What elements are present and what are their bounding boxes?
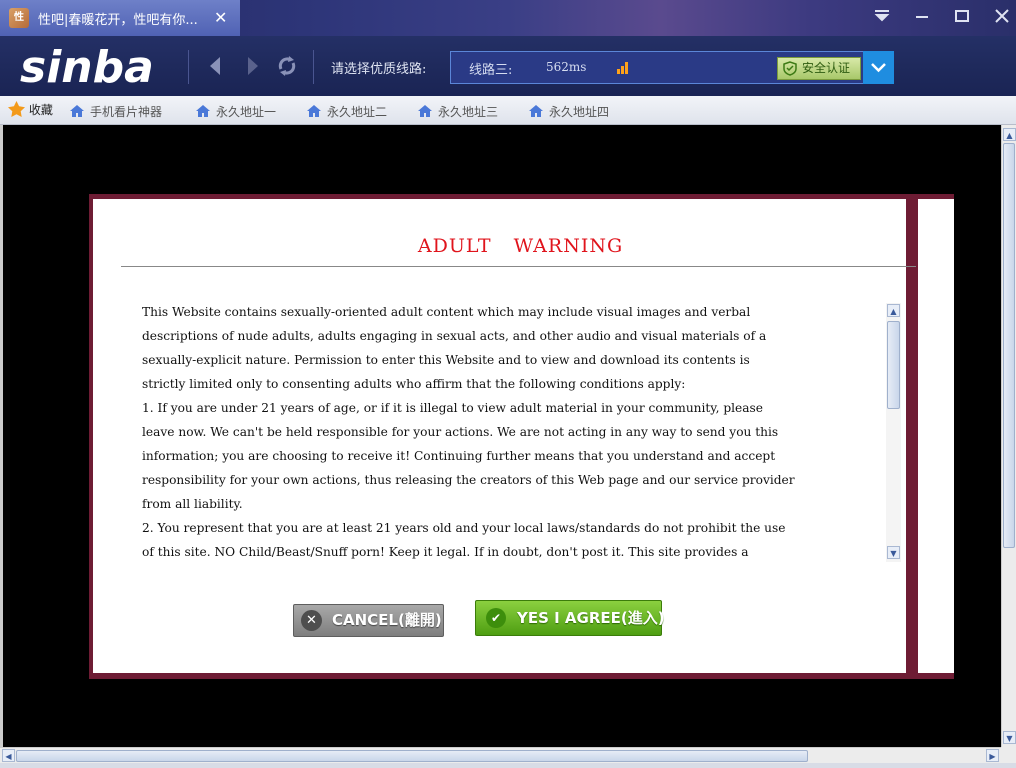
tab-close-icon[interactable]: ✕ [214,8,227,28]
menu-icon[interactable] [870,6,894,30]
scroll-up-icon[interactable]: ▲ [1003,128,1016,141]
secure-verify-badge[interactable]: 安全认证 [777,57,861,80]
bookmark-item[interactable]: 手机看片神器 [70,103,162,120]
title-divider [121,266,916,267]
back-icon[interactable] [204,52,228,80]
toolbar-separator [313,50,314,84]
route-selector[interactable]: 线路三: 562ms 安全认证 [450,51,864,84]
scrollbar-corner [1001,747,1016,763]
title-bar: 性 性吧|春暖花开，性吧有你... ✕ [0,0,1016,36]
sinba-logo[interactable]: sinba [18,40,168,93]
scrollbar-thumb[interactable] [16,750,808,762]
route-select-label: 请选择优质线路: [331,62,427,77]
scrollbar-thumb[interactable] [887,321,900,409]
check-icon: ✔ [486,608,506,628]
cancel-button[interactable]: ✕ CANCEL(離開) [293,604,444,637]
agree-button[interactable]: ✔ YES I AGREE(進入) [475,600,665,636]
scrollbar-thumb[interactable] [1003,143,1015,548]
shield-icon [783,61,797,76]
dialog-side-panel [918,199,954,673]
dialog-panel: ADULT WARNING This Website contains sexua… [93,199,906,673]
site-favicon-icon: 性 [9,8,29,28]
terms-scrollbar[interactable]: ▲ ▼ [886,303,901,562]
terms-text: This Website contains sexually-oriented … [142,305,795,559]
dialog-title: ADULT WARNING [417,235,624,257]
scroll-up-icon[interactable]: ▲ [887,304,900,317]
home-icon [529,105,543,117]
scroll-left-icon[interactable]: ◀ [2,749,15,762]
toolbar-separator [188,50,189,84]
route-latency: 562ms [546,60,587,74]
minimize-icon[interactable] [910,6,934,30]
home-icon [307,105,321,117]
star-icon [8,101,25,117]
scroll-right-icon[interactable]: ▶ [986,749,999,762]
maximize-icon[interactable] [950,6,974,30]
toolbar: sinba 请选择优质线路: 线路三: 562ms 安全认证 [0,36,1016,96]
vertical-scrollbar[interactable]: ▲ ▼ [1001,125,1016,747]
close-icon[interactable] [990,6,1014,30]
home-icon [418,105,432,117]
home-icon [196,105,210,117]
route-name: 线路三: [469,63,513,78]
route-dropdown-button[interactable] [863,51,894,84]
secure-label: 安全认证 [802,61,851,75]
bookmark-item[interactable]: 永久地址四 [529,103,609,120]
forward-icon[interactable] [240,52,264,80]
favorites-button[interactable]: 收藏 [8,101,53,118]
close-icon: ✕ [301,610,322,631]
tab-title: 性吧|春暖花开，性吧有你... [38,13,198,28]
favorites-label: 收藏 [28,103,53,117]
home-icon [70,105,84,117]
bookmark-item[interactable]: 永久地址一 [196,103,276,120]
adult-warning-dialog: ADULT WARNING This Website contains sexua… [89,194,954,679]
signal-strength-icon [617,62,628,74]
bookmark-item[interactable]: 永久地址三 [418,103,498,120]
refresh-icon[interactable] [275,52,299,80]
bookmark-item[interactable]: 永久地址二 [307,103,387,120]
scroll-down-icon[interactable]: ▼ [1003,731,1016,744]
chevron-down-icon [871,63,886,73]
horizontal-scrollbar[interactable]: ◀ ▶ [0,747,1001,763]
svg-text:sinba: sinba [20,42,154,92]
scroll-down-icon[interactable]: ▼ [887,546,900,559]
bookmarks-bar: 收藏 手机看片神器 永久地址一 永久地址二 永久地址三 永久地址四 [0,96,1016,125]
browser-tab[interactable]: 性 性吧|春暖花开，性吧有你... ✕ [0,0,240,36]
status-strip [0,763,1016,768]
